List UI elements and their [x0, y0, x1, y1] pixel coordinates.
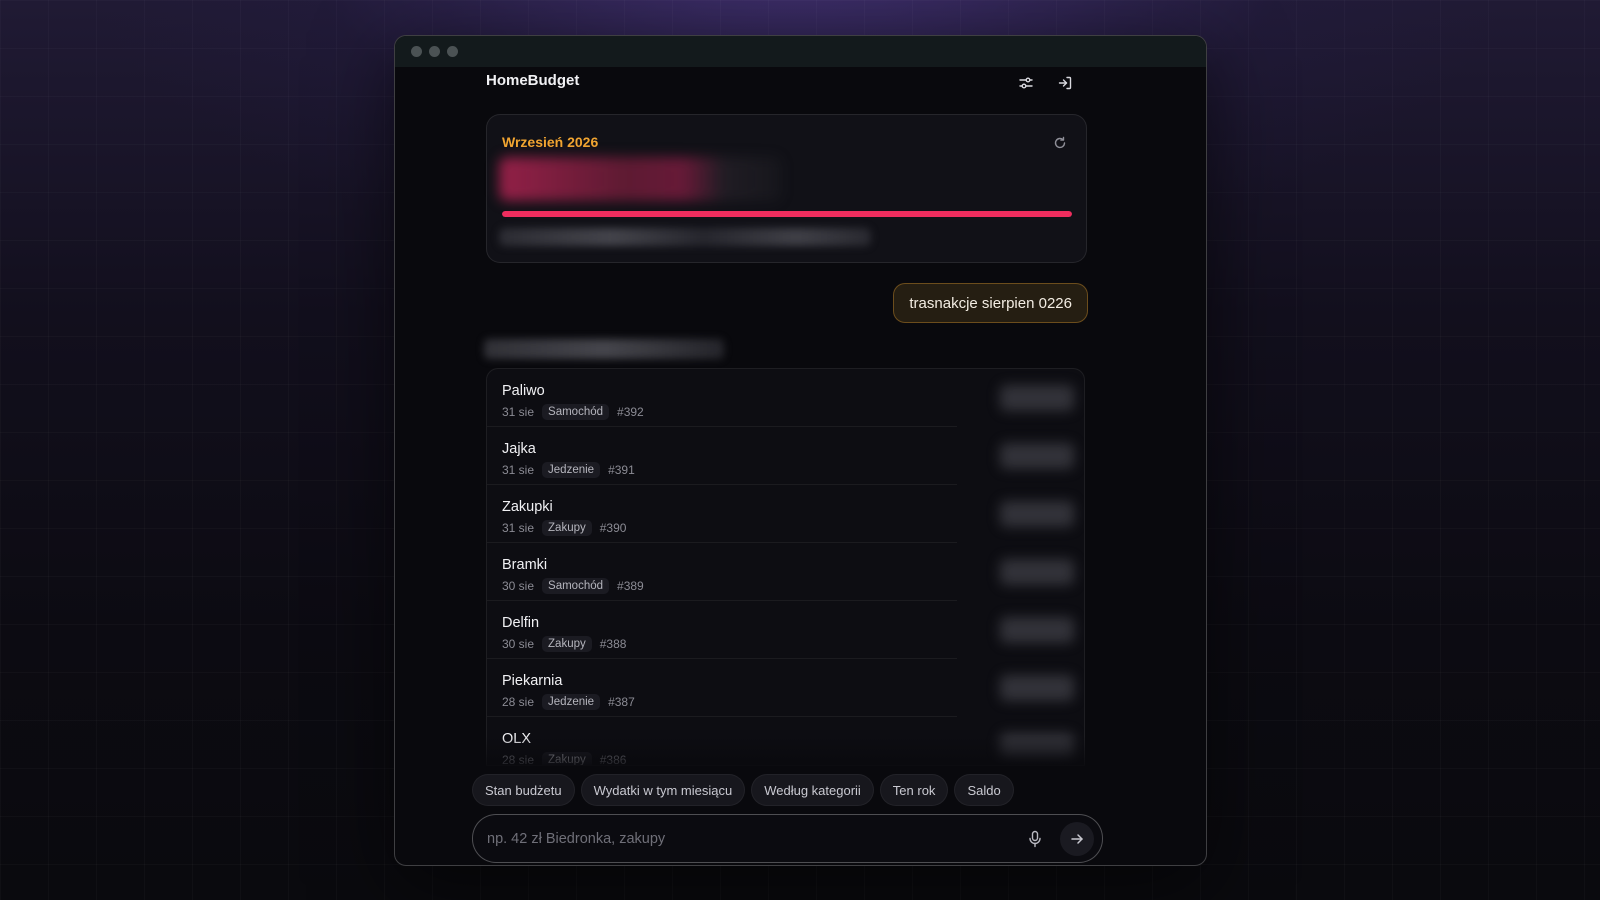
transaction-amount-redacted	[1000, 559, 1074, 585]
transaction-date: 31 sie	[502, 521, 535, 535]
budget-amount-redacted	[499, 157, 781, 201]
transaction-row[interactable]: OLX 28 sie Zakupy #386	[487, 717, 1084, 766]
transaction-name: Bramki	[502, 557, 548, 573]
transaction-row[interactable]: Delfin 30 sie Zakupy #388	[487, 601, 1084, 659]
transaction-name: OLX	[502, 731, 532, 747]
transaction-meta: 28 sie Zakupy #386	[502, 752, 627, 766]
transaction-amount-redacted	[1000, 443, 1074, 469]
transaction-row[interactable]: Paliwo 31 sie Samochód #392	[487, 369, 1084, 427]
transaction-category-badge: Jedzenie	[542, 694, 601, 710]
transaction-name: Delfin	[502, 615, 540, 631]
window-maximize-dot[interactable]	[447, 46, 458, 57]
transaction-date: 31 sie	[502, 463, 535, 477]
window-close-dot[interactable]	[411, 46, 422, 57]
transaction-category-badge: Zakupy	[542, 752, 592, 765]
app-brand: HomeBudget	[486, 72, 580, 89]
transaction-amount-redacted	[1000, 501, 1074, 527]
transaction-date: 30 sie	[502, 637, 535, 651]
window-minimize-dot[interactable]	[429, 46, 440, 57]
transaction-amount-redacted	[1000, 675, 1074, 701]
transaction-name: Zakupki	[502, 499, 553, 515]
quick-action-chip[interactable]: Stan budżetu	[472, 774, 575, 806]
quick-action-chip[interactable]: Wydatki w tym miesiącu	[580, 774, 746, 806]
budget-month-title: Wrzesień 2026	[502, 134, 599, 150]
budget-progress-bar	[502, 211, 1072, 217]
app-window: HomeBudget Wrzesień 2026 trasnakcje sier…	[394, 35, 1207, 866]
transaction-name: Piekarnia	[502, 673, 563, 689]
transaction-id: #390	[599, 521, 627, 535]
refresh-icon[interactable]	[1052, 135, 1068, 151]
transaction-date: 30 sie	[502, 579, 535, 593]
transaction-category-badge: Samochód	[542, 578, 610, 594]
transaction-category-badge: Zakupy	[542, 520, 592, 536]
transaction-id: #391	[608, 463, 635, 477]
transaction-category-badge: Samochód	[542, 404, 610, 420]
message-composer	[472, 814, 1103, 863]
quick-action-chip[interactable]: Saldo	[954, 774, 1014, 806]
quick-action-chip[interactable]: Ten rok	[879, 774, 949, 806]
transaction-date: 28 sie	[502, 753, 535, 766]
transaction-name: Paliwo	[502, 383, 545, 399]
transaction-id: #389	[617, 579, 644, 593]
transaction-row[interactable]: Zakupki 31 sie Zakupy #390	[487, 485, 1084, 543]
transaction-amount-redacted	[1000, 733, 1074, 759]
transaction-category-badge: Jedzenie	[542, 462, 601, 478]
transaction-meta: 28 sie Jedzenie #387	[502, 694, 635, 710]
transaction-row[interactable]: Jajka 31 sie Jedzenie #391	[487, 427, 1084, 485]
transaction-meta: 30 sie Zakupy #388	[502, 636, 626, 652]
arrow-right-icon	[1071, 834, 1083, 844]
transaction-date: 31 sie	[502, 405, 535, 419]
user-message-bubble: trasnakcje sierpien 0226	[893, 283, 1088, 323]
transaction-id: #392	[617, 405, 644, 419]
transaction-category-badge: Zakupy	[542, 636, 592, 652]
logout-icon[interactable]	[1053, 71, 1077, 95]
transaction-row[interactable]: Bramki 30 sie Samochód #389	[487, 543, 1084, 601]
app-header: HomeBudget	[395, 67, 1206, 107]
budget-summary-card: Wrzesień 2026	[486, 114, 1087, 263]
transaction-id: #387	[608, 695, 635, 709]
quick-action-chips: Stan budżetu Wydatki w tym miesiącu Według…	[472, 774, 1014, 806]
transaction-id: #388	[599, 637, 627, 651]
transaction-row[interactable]: Piekarnia 28 sie Jedzenie #387	[487, 659, 1084, 717]
transaction-amount-redacted	[1000, 617, 1074, 643]
settings-sliders-icon[interactable]	[1014, 71, 1038, 95]
transaction-amount-redacted	[1000, 385, 1074, 411]
transaction-name: Jajka	[502, 441, 536, 457]
microphone-icon[interactable]	[1024, 828, 1046, 850]
transaction-id: #386	[599, 753, 627, 766]
window-titlebar	[395, 36, 1206, 67]
transaction-meta: 31 sie Jedzenie #391	[502, 462, 635, 478]
send-button[interactable]	[1060, 822, 1094, 856]
assistant-heading-redacted	[484, 339, 724, 359]
transaction-meta: 30 sie Samochód #389	[502, 578, 644, 594]
transaction-meta: 31 sie Samochód #392	[502, 404, 644, 420]
transaction-list: Paliwo 31 sie Samochód #392 Jajka 31 sie Jedze…	[486, 368, 1085, 766]
transaction-meta: 31 sie Zakupy #390	[502, 520, 626, 536]
budget-details-redacted	[499, 228, 871, 246]
budget-progress-fill	[502, 211, 1072, 217]
transaction-date: 28 sie	[502, 695, 535, 709]
message-input[interactable]	[487, 815, 1007, 862]
quick-action-chip[interactable]: Według kategorii	[751, 774, 874, 806]
